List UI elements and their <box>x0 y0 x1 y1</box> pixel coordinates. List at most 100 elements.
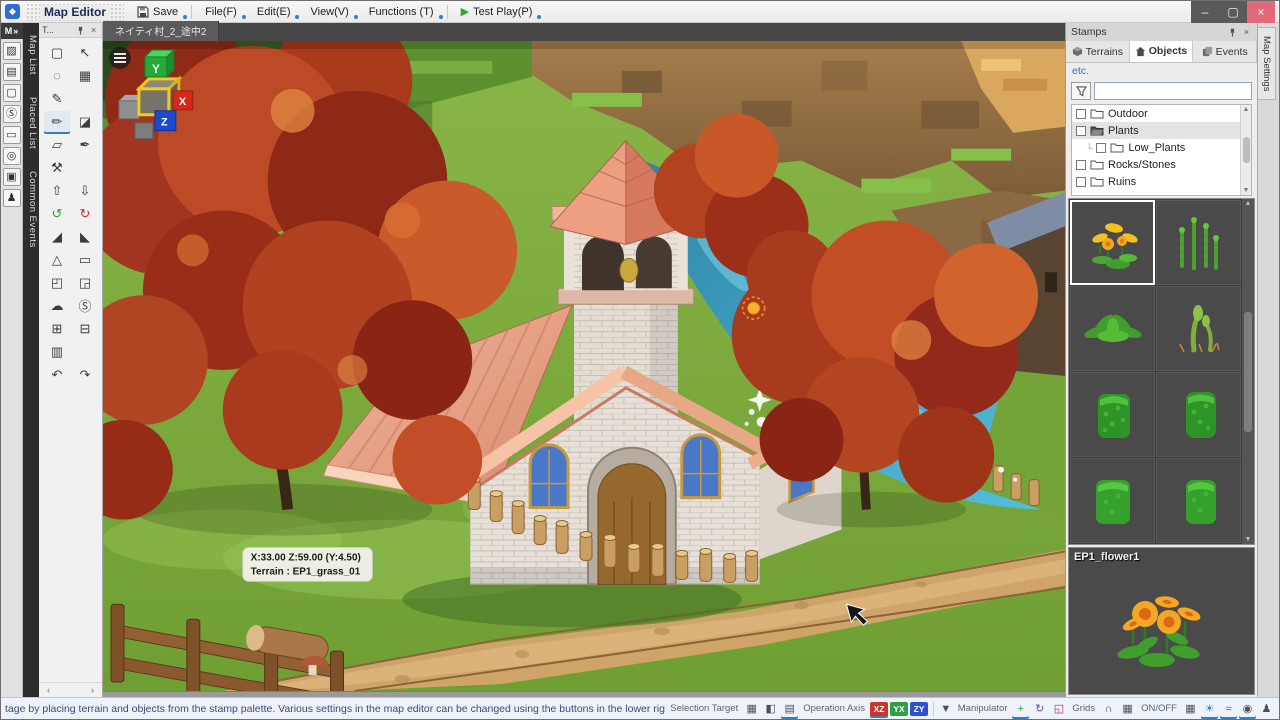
map-tab[interactable]: ネイティ村_2_途中2 <box>103 21 219 41</box>
sound-stamp-tool[interactable]: Ⓢ <box>72 295 98 316</box>
pencil-tool[interactable]: ✏ <box>44 111 70 132</box>
tile-region-select-tool[interactable]: ▦ <box>72 65 98 86</box>
raise-terrain-tool[interactable]: ⇧ <box>44 180 70 201</box>
axis-zy-button[interactable]: ZY <box>910 702 928 716</box>
stamp-hedge-4[interactable] <box>1156 458 1241 543</box>
stamp-grid-scrollbar[interactable]: ▲ ▼ <box>1242 199 1254 544</box>
scroll-up-icon[interactable]: ▲ <box>1243 106 1250 113</box>
checkbox[interactable] <box>1076 126 1086 136</box>
box-tool[interactable]: ▭ <box>72 249 98 270</box>
close-icon[interactable]: × <box>88 25 99 36</box>
grid-icon[interactable]: ▦ <box>1119 701 1136 717</box>
pin-icon[interactable] <box>1227 27 1238 38</box>
display-icon[interactable]: ▭ <box>3 126 21 144</box>
eyedropper-tool[interactable]: ✒ <box>72 134 98 155</box>
stamp-rosette-plant[interactable] <box>1070 286 1155 371</box>
tree-item-plants[interactable]: Plants <box>1072 122 1251 139</box>
drop-to-ground-icon[interactable]: ▼ <box>939 701 953 717</box>
stamp-hedge-1[interactable] <box>1070 372 1155 457</box>
bulb-icon[interactable]: ◉ <box>1239 701 1256 717</box>
minimize-button[interactable]: – <box>1191 1 1219 23</box>
stamp-filter-input[interactable] <box>1094 82 1252 100</box>
redo-tool[interactable]: ↷ <box>72 364 98 385</box>
pin-icon[interactable] <box>75 25 86 36</box>
menu-view[interactable]: View(V) <box>303 4 355 20</box>
filter-funnel-button[interactable] <box>1071 82 1091 100</box>
tree-item-ruins[interactable]: Ruins <box>1072 173 1251 190</box>
scroll-right-icon[interactable]: › <box>91 685 94 695</box>
send-backward-tool[interactable]: ◲ <box>72 272 98 293</box>
slope-stack-tool[interactable]: ◣ <box>72 226 98 247</box>
close-icon[interactable]: × <box>1241 27 1252 38</box>
maximize-button[interactable]: ▢ <box>1219 1 1247 23</box>
axis-yx-button[interactable]: YX <box>890 702 908 716</box>
cone-tool[interactable]: △ <box>44 249 70 270</box>
test-play-button[interactable]: ▶ Test Play(P) <box>454 3 540 20</box>
stamp-hedge-2[interactable] <box>1156 372 1241 457</box>
map-edit-icon[interactable]: ▨ <box>3 42 21 60</box>
terrain-pen-tool[interactable]: ✎ <box>44 88 70 109</box>
rotate-icon[interactable]: ↻ <box>1031 701 1048 717</box>
lower-terrain-tool[interactable]: ⇩ <box>72 180 98 201</box>
lighting-icon[interactable]: ☀ <box>1201 701 1218 717</box>
save-button[interactable]: Save <box>130 4 185 20</box>
scroll-left-icon[interactable]: ‹ <box>47 685 50 695</box>
grid-visibility-icon[interactable]: ▦ <box>1182 701 1199 717</box>
checkbox[interactable] <box>1076 109 1086 119</box>
camera-icon[interactable]: ◎ <box>3 147 21 165</box>
assets-icon[interactable]: ▤ <box>3 63 21 81</box>
tree-scrollbar[interactable]: ▲ ▼ <box>1240 105 1251 195</box>
tab-map-settings[interactable]: Map Settings <box>1258 27 1276 100</box>
marquee-select-tool[interactable]: ▢ <box>44 42 70 63</box>
tab-common-events[interactable]: Common Events <box>23 165 39 254</box>
rotate-ccw-tool[interactable]: ↺ <box>44 203 70 224</box>
target-stamp-icon[interactable]: ◧ <box>762 701 779 717</box>
viewport-menu-button[interactable] <box>109 47 131 69</box>
menu-edit[interactable]: Edit(E) <box>250 4 298 20</box>
scroll-down-icon[interactable]: ▼ <box>1243 187 1250 194</box>
axis-xz-button[interactable]: XZ <box>870 702 888 716</box>
tab-placed-list[interactable]: Placed List <box>23 91 39 155</box>
checkbox[interactable] <box>1076 160 1086 170</box>
scroll-thumb[interactable] <box>1243 137 1250 163</box>
paste-tool[interactable]: ⊟ <box>72 318 98 339</box>
move-icon[interactable]: + <box>1012 701 1029 717</box>
character-display-icon[interactable]: ♟ <box>1258 701 1275 717</box>
slope-tool[interactable]: ◢ <box>44 226 70 247</box>
keys-tool[interactable]: ⚒ <box>44 157 70 178</box>
tab-map-list[interactable]: Map List <box>23 29 39 81</box>
database-icon[interactable]: ▢ <box>3 84 21 102</box>
close-button[interactable]: × <box>1247 1 1275 23</box>
checkbox[interactable] <box>1076 177 1086 187</box>
lasso-select-tool[interactable]: ◌ <box>44 65 70 86</box>
tree-item-low-plants[interactable]: └ Low_Plants <box>1072 139 1251 156</box>
target-building-icon[interactable]: ▤ <box>781 701 798 717</box>
menu-functions[interactable]: Functions (T) <box>362 4 441 20</box>
spray-tool[interactable]: ☁ <box>44 295 70 316</box>
eraser-tool[interactable]: ▱ <box>44 134 70 155</box>
save-slot-icon[interactable]: ▣ <box>3 168 21 186</box>
checkbox[interactable] <box>1096 143 1106 153</box>
scroll-down-icon[interactable]: ▼ <box>1245 536 1252 543</box>
snap-magnet-icon[interactable]: ∩ <box>1100 701 1117 717</box>
tree-item-rocks-stones[interactable]: Rocks/Stones <box>1072 156 1251 173</box>
collapsed-panel-tab[interactable]: M» <box>1 23 23 39</box>
tab-terrains[interactable]: Terrains <box>1066 41 1130 62</box>
scene-3d[interactable]: X:33.00 Z:59.00 (Y:4.50) Terrain : EP1_g… <box>103 41 1065 691</box>
stamp-sprouts[interactable] <box>1156 286 1241 371</box>
cursor-select-tool[interactable]: ↖ <box>72 42 98 63</box>
undo-tool[interactable]: ↶ <box>44 364 70 385</box>
scroll-thumb[interactable] <box>1244 312 1252 432</box>
tree-item-outdoor[interactable]: Outdoor <box>1072 105 1251 122</box>
stamp-flower[interactable] <box>1070 200 1155 285</box>
scale-icon[interactable]: ◱ <box>1050 701 1067 717</box>
stamp-brush-tool[interactable]: ◪ <box>72 111 98 132</box>
tab-events[interactable]: Events <box>1193 41 1257 62</box>
rotate-cw-tool[interactable]: ↻ <box>72 203 98 224</box>
menu-file[interactable]: File(F) <box>198 4 244 20</box>
copy-tool[interactable]: ⊞ <box>44 318 70 339</box>
stamp-tall-plants[interactable] <box>1156 200 1241 285</box>
bring-forward-tool[interactable]: ◰ <box>44 272 70 293</box>
target-terrain-icon[interactable]: ▦ <box>743 701 760 717</box>
delete-tool[interactable]: ▥ <box>44 341 70 362</box>
